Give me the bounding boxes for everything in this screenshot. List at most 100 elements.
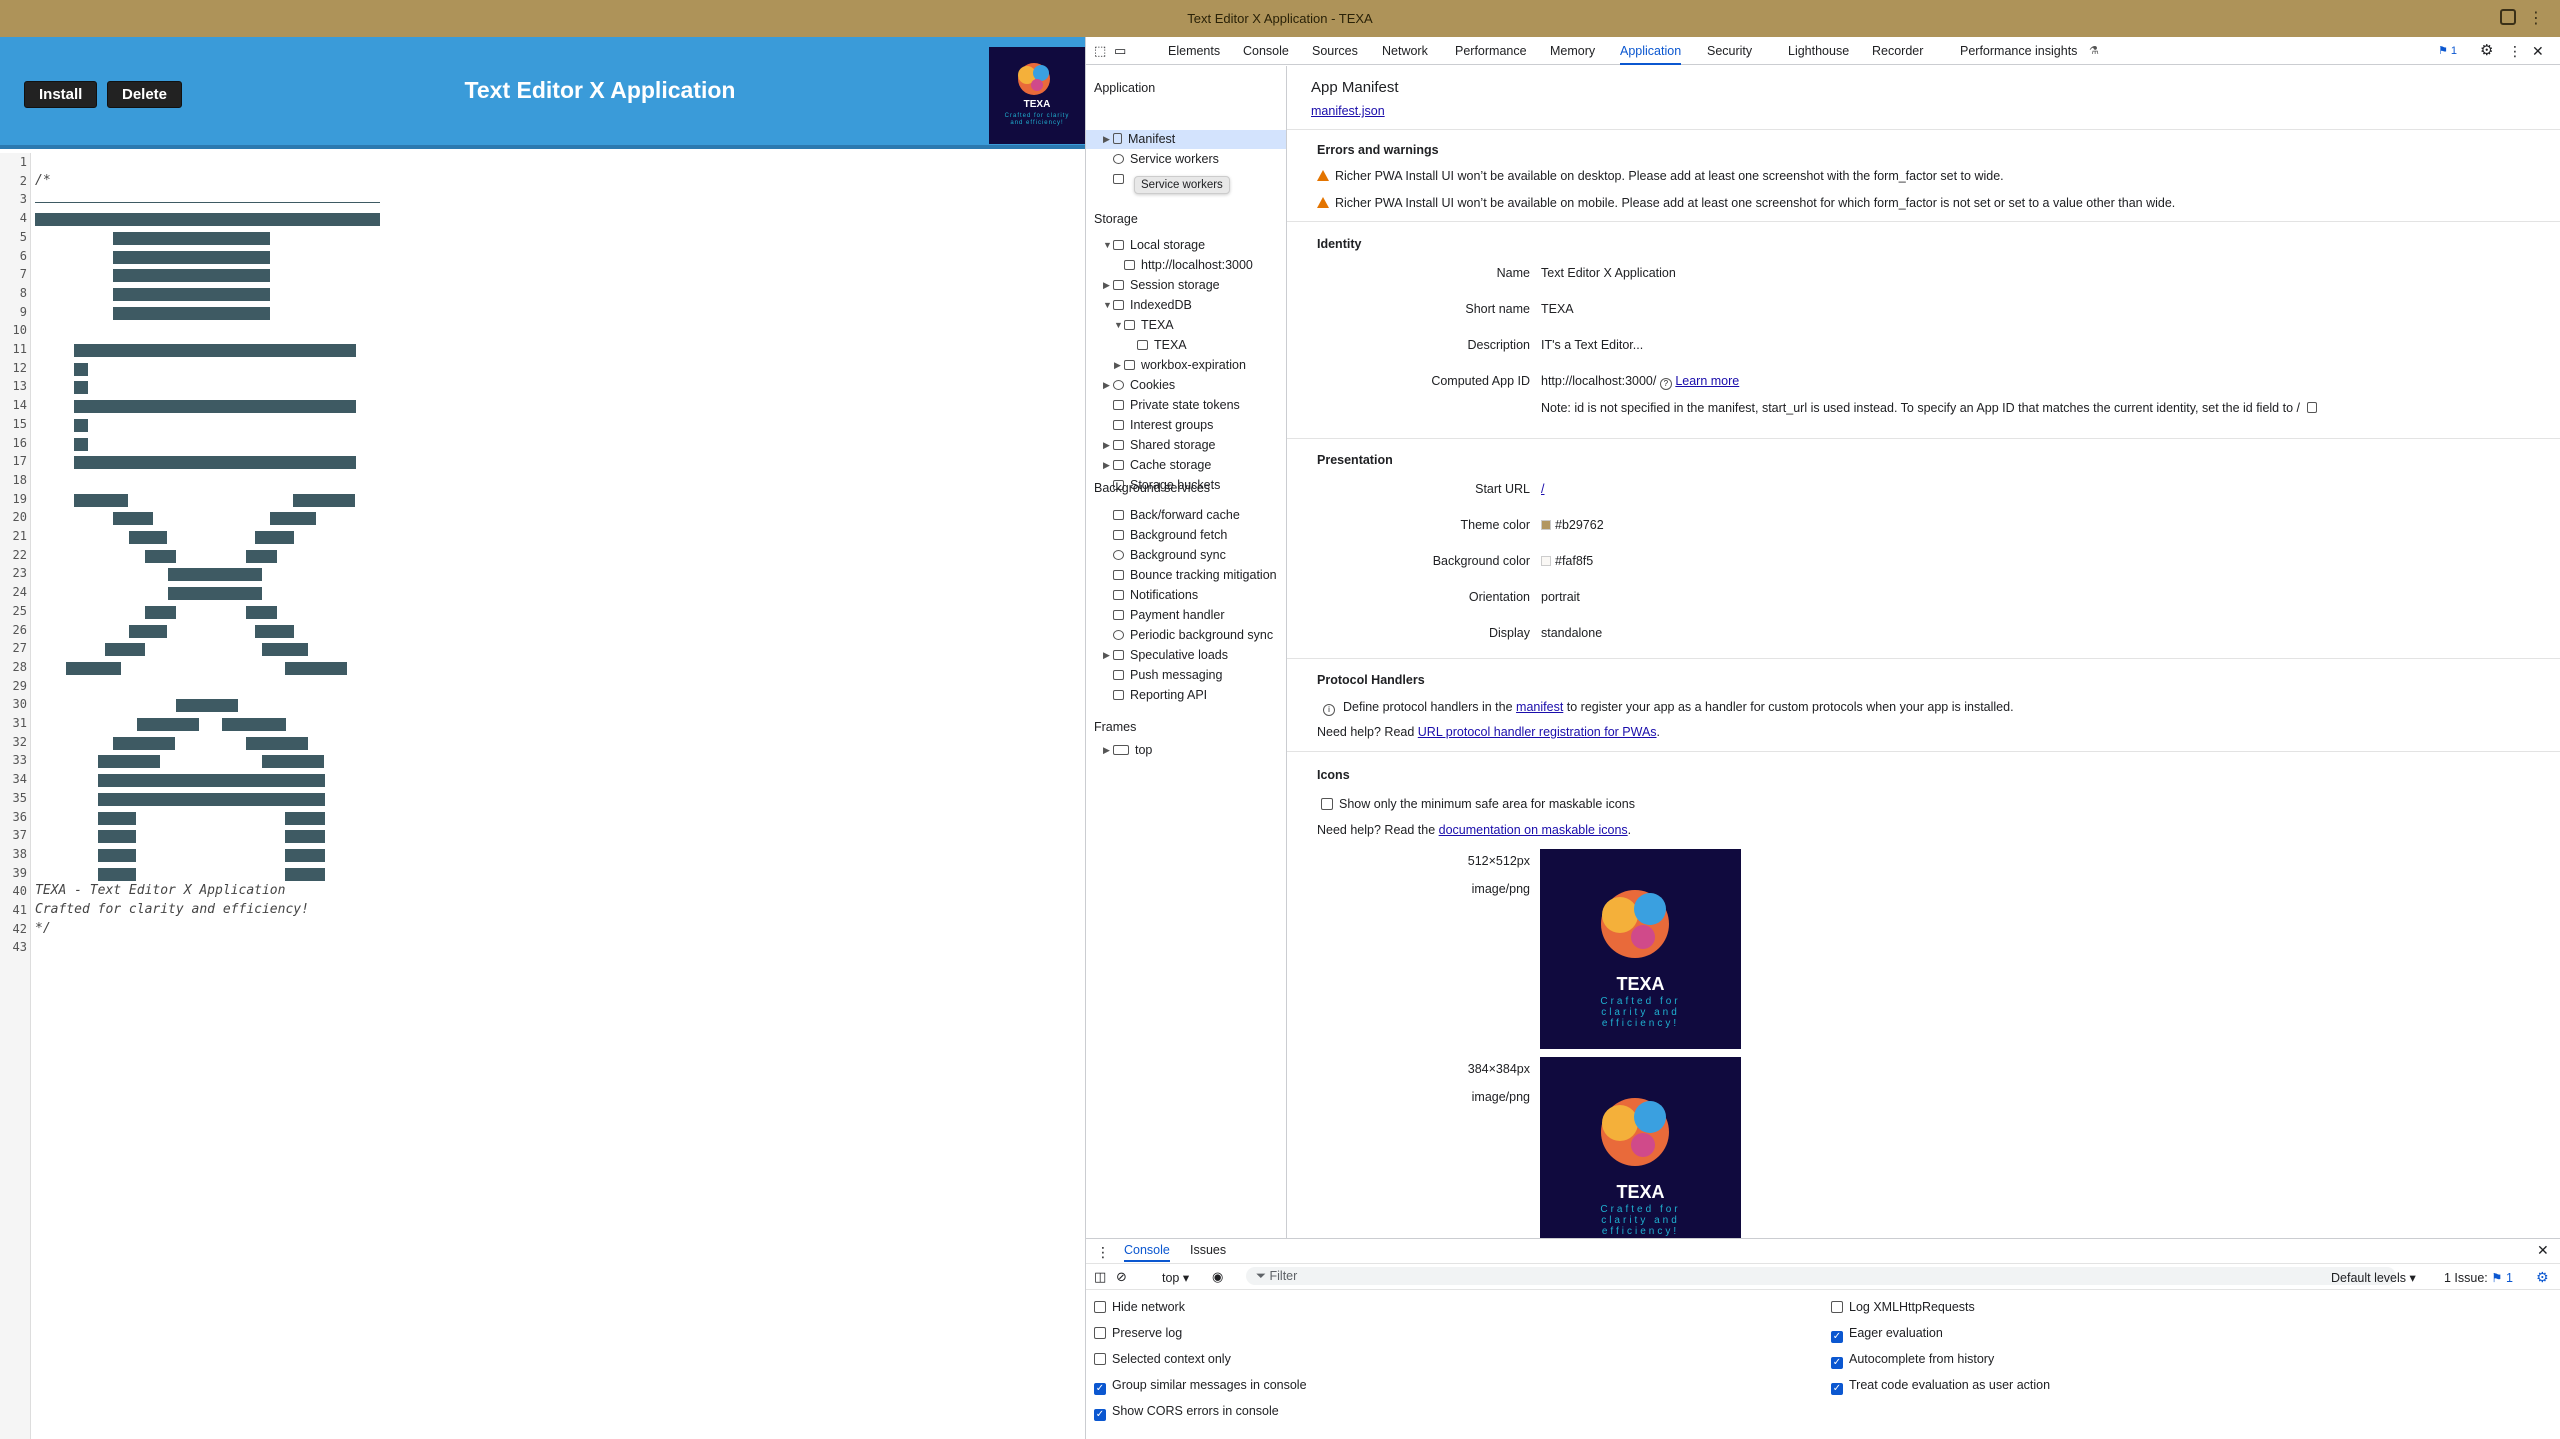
- sidebar-item-service-workers[interactable]: Service workers: [1113, 150, 1219, 169]
- sidebar-item-manifest[interactable]: Manifest: [1113, 130, 1175, 149]
- checkbox[interactable]: ✓: [1094, 1383, 1106, 1395]
- sidebar-item-storage-1[interactable]: http://localhost:3000: [1124, 256, 1253, 275]
- console-option[interactable]: Hide network: [1094, 1300, 1185, 1314]
- checkbox[interactable]: ✓: [1094, 1409, 1106, 1421]
- expand-arrow-icon[interactable]: ▼: [1103, 300, 1112, 310]
- checkbox[interactable]: ✓: [1831, 1383, 1843, 1395]
- issues-counter[interactable]: 1 Issue: ⚑ 1: [2444, 1270, 2513, 1285]
- devtools-menu-icon[interactable]: ⋮: [2508, 37, 2522, 65]
- sidebar-item-storage-9[interactable]: Interest groups: [1113, 416, 1213, 435]
- sidebar-item-bg-0[interactable]: Back/forward cache: [1113, 506, 1240, 525]
- expand-arrow-icon[interactable]: ▼: [1114, 320, 1123, 330]
- sidebar-item-storage-8[interactable]: Private state tokens: [1113, 396, 1240, 415]
- maskable-checkbox[interactable]: [1321, 798, 1333, 810]
- tab-network[interactable]: Network: [1382, 37, 1428, 65]
- checkbox[interactable]: [1831, 1301, 1843, 1313]
- levels-select[interactable]: Default levels ▾: [2331, 1270, 2416, 1285]
- sidebar-item-frame-top[interactable]: top: [1113, 741, 1152, 760]
- install-button[interactable]: Install: [24, 81, 98, 108]
- clear-console-icon[interactable]: ⊘: [1116, 1269, 1127, 1285]
- sidebar-item-bg-2[interactable]: Background sync: [1113, 546, 1226, 565]
- issues-badge[interactable]: ⚑ 1: [2438, 37, 2457, 65]
- context-select[interactable]: top ▾: [1162, 1270, 1189, 1285]
- checkbox[interactable]: [1094, 1327, 1106, 1339]
- sidebar-item-bg-8[interactable]: Push messaging: [1113, 666, 1222, 685]
- inspect-icon[interactable]: ⬚: [1094, 37, 1106, 65]
- console-option[interactable]: Preserve log: [1094, 1326, 1182, 1340]
- checkbox[interactable]: [1094, 1353, 1106, 1365]
- console-option[interactable]: ✓ Group similar messages in console: [1094, 1378, 1307, 1395]
- sidebar-item-bg-7[interactable]: Speculative loads: [1113, 646, 1228, 665]
- tab-elements[interactable]: Elements: [1168, 37, 1220, 65]
- sidebar-item-storage[interactable]: [1113, 170, 1130, 189]
- sidebar-item-storage-4[interactable]: TEXA: [1124, 316, 1174, 335]
- console-option[interactable]: ✓ Show CORS errors in console: [1094, 1404, 1279, 1421]
- device-toggle-icon[interactable]: ▭: [1114, 37, 1126, 65]
- console-option[interactable]: Selected context only: [1094, 1352, 1231, 1366]
- expand-arrow-icon[interactable]: ▶: [1103, 745, 1110, 756]
- learn-more-link[interactable]: Learn more: [1675, 374, 1739, 388]
- tab-sources[interactable]: Sources: [1312, 37, 1358, 65]
- console-option[interactable]: Log XMLHttpRequests: [1831, 1300, 1975, 1314]
- close-devtools-icon[interactable]: ✕: [2532, 37, 2544, 65]
- drawer-tab-console[interactable]: Console: [1124, 1243, 1170, 1262]
- tab-security[interactable]: Security: [1707, 37, 1752, 65]
- checkbox[interactable]: [1094, 1301, 1106, 1313]
- sidebar-item-bg-6[interactable]: Periodic background sync: [1113, 626, 1273, 645]
- drawer-menu-icon[interactable]: ⋮: [1096, 1244, 1110, 1261]
- close-drawer-icon[interactable]: ✕: [2537, 1242, 2549, 1259]
- sidebar-item-storage-10[interactable]: Shared storage: [1113, 436, 1215, 455]
- sidebar-item-storage-5[interactable]: TEXA: [1137, 336, 1187, 355]
- protocol-help-link[interactable]: URL protocol handler registration for PW…: [1418, 725, 1657, 739]
- manifest-link[interactable]: manifest.json: [1311, 104, 1385, 118]
- console-option[interactable]: ✓ Treat code evaluation as user action: [1831, 1378, 2050, 1395]
- levels-value: Default levels: [2331, 1271, 2407, 1285]
- tab-memory[interactable]: Memory: [1550, 37, 1595, 65]
- sidebar-item-storage-6[interactable]: workbox-expiration: [1124, 356, 1246, 375]
- sidebar-item-bg-5[interactable]: Payment handler: [1113, 606, 1225, 625]
- console-settings-icon[interactable]: ⚙: [2536, 1269, 2549, 1286]
- filter-input[interactable]: ⏷ Filter: [1246, 1267, 2396, 1285]
- expand-arrow-icon[interactable]: ▼: [1103, 240, 1112, 250]
- sidebar-toggle-icon[interactable]: ◫: [1094, 1269, 1106, 1285]
- window-menu-icon[interactable]: ⋮: [2528, 0, 2544, 37]
- eye-icon[interactable]: ◉: [1212, 1269, 1223, 1285]
- expand-arrow-icon[interactable]: ▶: [1103, 280, 1110, 291]
- expand-arrow-icon[interactable]: ▶: [1103, 460, 1110, 471]
- expand-arrow-icon[interactable]: ▶: [1114, 360, 1121, 371]
- tab-application[interactable]: Application: [1620, 37, 1682, 65]
- expand-arrow-icon[interactable]: ▶: [1103, 440, 1110, 451]
- tab-lighthouse[interactable]: Lighthouse: [1788, 37, 1849, 65]
- help-icon[interactable]: ?: [1659, 378, 1672, 390]
- expand-arrow-icon[interactable]: ▶: [1103, 650, 1110, 661]
- sidebar-item-bg-4[interactable]: Notifications: [1113, 586, 1198, 605]
- console-option[interactable]: ✓ Autocomplete from history: [1831, 1352, 1994, 1369]
- console-option[interactable]: ✓ Eager evaluation: [1831, 1326, 1943, 1343]
- checkbox[interactable]: ✓: [1831, 1331, 1843, 1343]
- protocol-manifest-link[interactable]: manifest: [1516, 700, 1563, 714]
- tab-performance-insights[interactable]: Performance insights: [1960, 37, 2077, 65]
- delete-button[interactable]: Delete: [107, 81, 183, 108]
- settings-gear-icon[interactable]: ⚙: [2480, 37, 2493, 65]
- tab-console[interactable]: Console: [1243, 37, 1289, 65]
- expand-arrow-icon[interactable]: ▶: [1103, 380, 1110, 391]
- icons-help-link[interactable]: documentation on maskable icons: [1439, 823, 1628, 837]
- sidebar-item-storage-3[interactable]: IndexedDB: [1113, 296, 1192, 315]
- extensions-icon[interactable]: [2500, 9, 2516, 25]
- tab-performance[interactable]: Performance: [1455, 37, 1527, 65]
- maskable-checkbox-row[interactable]: Show only the minimum safe area for mask…: [1321, 797, 1635, 811]
- copy-icon[interactable]: [2307, 402, 2318, 413]
- sidebar-item-bg-3[interactable]: Bounce tracking mitigation: [1113, 566, 1277, 585]
- sidebar-item-storage-7[interactable]: Cookies: [1113, 376, 1175, 395]
- code-editor[interactable]: 1 2 3 4 5 6 7 8 9 10 11 12 13 14 15 16 17 18 19 20 21 22 23 24 2…: [0, 153, 1085, 1439]
- sidebar-item-bg-1[interactable]: Background fetch: [1113, 526, 1227, 545]
- sidebar-item-storage-2[interactable]: Session storage: [1113, 276, 1220, 295]
- sidebar-item-storage-11[interactable]: Cache storage: [1113, 456, 1211, 475]
- tab-recorder[interactable]: Recorder: [1872, 37, 1923, 65]
- expand-arrow-icon[interactable]: ▶: [1103, 134, 1110, 145]
- sidebar-item-storage-0[interactable]: Local storage: [1113, 236, 1205, 255]
- start-url-link[interactable]: /: [1541, 482, 1544, 496]
- drawer-tab-issues[interactable]: Issues: [1190, 1243, 1226, 1257]
- sidebar-item-bg-9[interactable]: Reporting API: [1113, 686, 1207, 705]
- checkbox[interactable]: ✓: [1831, 1357, 1843, 1369]
